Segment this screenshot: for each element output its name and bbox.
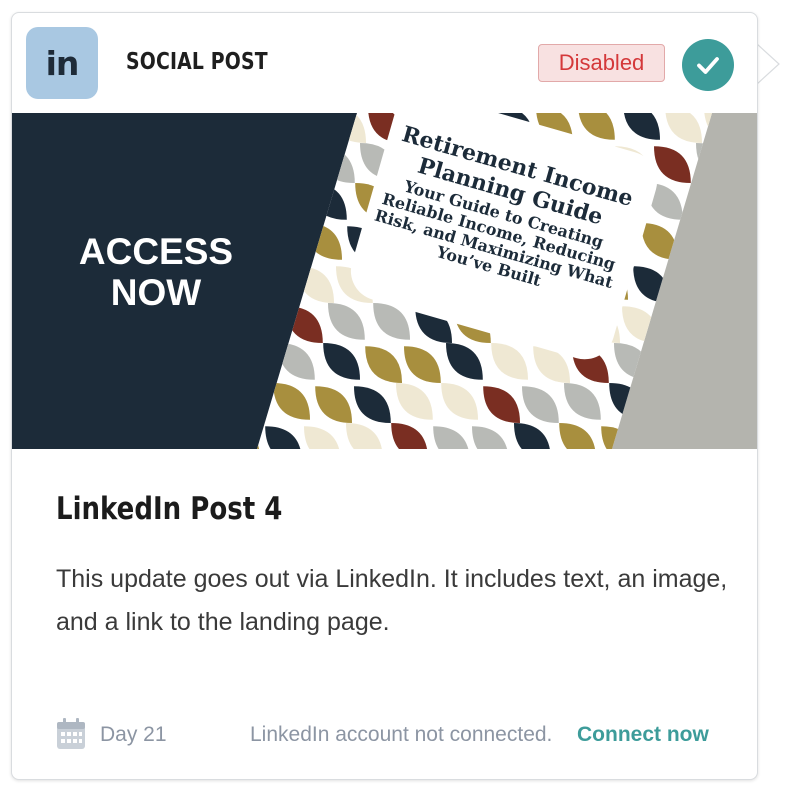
day-label: Day 21 xyxy=(100,723,167,746)
post-image-graphic: Retirement Income Planning Guide Your Gu… xyxy=(12,113,757,449)
post-image: Retirement Income Planning Guide Your Gu… xyxy=(12,113,757,449)
social-post-card[interactable]: in SOCIAL POST Disabled Retirement Incom… xyxy=(11,12,758,780)
post-description: This update goes out via LinkedIn. It in… xyxy=(56,565,728,636)
card-header: in SOCIAL POST Disabled xyxy=(12,13,757,113)
connect-now-link[interactable]: Connect now xyxy=(577,723,709,747)
account-status-message: LinkedIn account not connected. xyxy=(250,723,553,746)
card-footer: Day 21 LinkedIn account not connected. C… xyxy=(12,715,757,755)
check-circle-icon[interactable] xyxy=(682,39,734,91)
calendar-icon xyxy=(57,718,85,749)
card-pointer-arrow xyxy=(757,44,780,84)
linkedin-icon-text: in xyxy=(45,43,80,83)
post-title: LinkedIn Post 4 xyxy=(56,491,283,527)
status-badge[interactable]: Disabled xyxy=(538,44,665,82)
post-type-label: SOCIAL POST xyxy=(126,49,268,75)
checkmark-icon xyxy=(697,57,719,74)
linkedin-icon: in xyxy=(26,27,98,99)
banner-cta-line1: ACCESS xyxy=(79,231,233,272)
banner-cta-line2: NOW xyxy=(111,272,202,313)
